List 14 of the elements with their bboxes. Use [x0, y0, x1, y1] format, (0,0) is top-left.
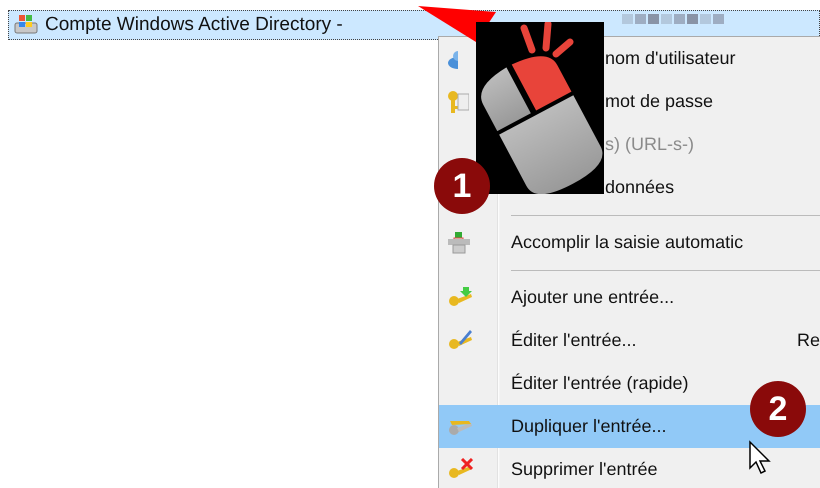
cursor-icon — [748, 440, 774, 476]
menu-item[interactable]: données — [605, 166, 680, 209]
menu-item[interactable]: Éditer l'entrée... — [439, 319, 642, 362]
menu-item[interactable]: mot de passe — [605, 80, 720, 123]
menu-item[interactable]: Supprimer l'entrée — [439, 448, 664, 488]
keyboard-icon — [447, 230, 471, 254]
menu-item[interactable]: nom d'utilisateur — [605, 37, 742, 80]
menu-item[interactable]: Ajouter une entrée... — [439, 276, 680, 319]
key-icon — [447, 90, 469, 114]
menu-item[interactable]: Accomplir la saisie automatic — [439, 221, 750, 264]
menu-item[interactable]: Éditer l'entrée (rapide) — [439, 362, 695, 405]
shortcut-text: Re — [797, 329, 820, 352]
user-icon — [447, 48, 458, 68]
entry-title: Compte Windows Active Directory - — [45, 14, 343, 36]
